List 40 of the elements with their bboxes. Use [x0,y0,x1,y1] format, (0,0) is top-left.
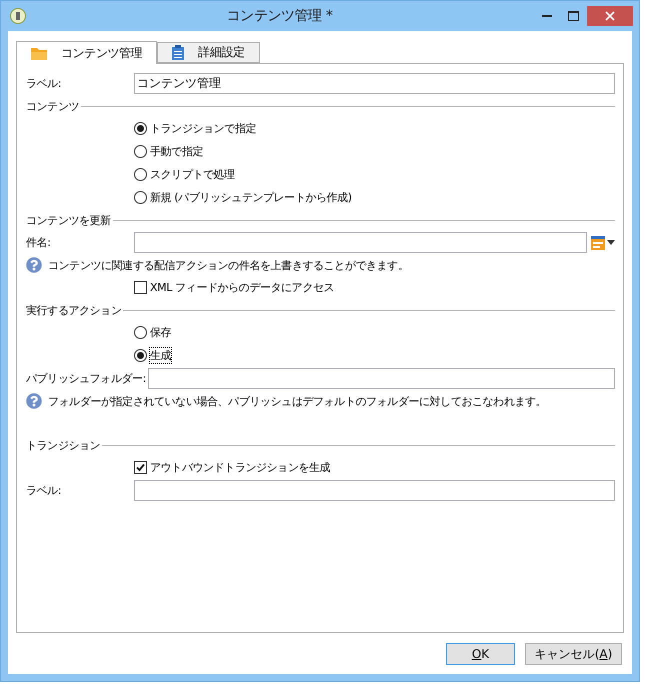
window-title: コンテンツ管理 * [226,7,334,25]
picker-button[interactable] [591,236,615,250]
maximize-icon [568,11,579,21]
close-icon [605,11,615,21]
checkbox-option[interactable]: XML フィードからのデータにアクセス [134,280,334,295]
help-icon [26,393,42,409]
help-text: コンテンツに関連する配信アクションの件名を上書きすることができます。 [48,258,408,272]
text-field[interactable]: コンテンツ管理 [134,73,615,94]
close-button[interactable] [587,6,633,26]
text-field[interactable] [148,368,615,389]
checkmark-icon [136,463,145,472]
app-icon [10,8,26,24]
help-text: フォルダーが指定されていない場合、パブリッシュはデフォルトのフォルダーに対しておこなわれます。 [48,394,546,408]
tab[interactable]: 詳細設定 [157,42,260,63]
text-field[interactable] [134,480,615,501]
section-title: トランジション [26,438,100,452]
text-field[interactable] [134,232,587,253]
caret-icon [607,240,615,245]
folder-icon [31,46,47,60]
checkbox-option[interactable]: アウトバウンドトランジションを生成 [134,460,330,475]
minimize-icon [542,14,552,18]
field-label: 件名: [26,235,52,250]
tab[interactable]: コンテンツ管理 [16,41,158,64]
help-icon [26,257,42,273]
list-icon [591,236,605,250]
radio-option[interactable]: 保存 [134,325,172,340]
section-title: コンテンツを更新 [26,212,111,228]
section-title: 実行するアクション [26,302,122,318]
radio-option[interactable]: スクリプトで処理 [134,167,235,182]
field-label: ラベル: [26,483,62,498]
section-title: コンテンツ [26,98,80,114]
field-label: ラベル: [26,76,62,91]
dialog-button[interactable]: OK [446,643,515,665]
radio-option[interactable]: トランジションで指定 [134,121,256,136]
radio-option[interactable]: 新規 (パブリッシュテンプレートから作成) [134,190,352,205]
clipboard-icon [172,45,184,60]
field-label: パブリッシュフォルダー: [26,371,147,386]
radio-option[interactable]: 生成 [134,348,172,363]
dialog-button[interactable]: キャンセル(A) [525,643,622,665]
radio-option[interactable]: 手動で指定 [134,144,204,159]
